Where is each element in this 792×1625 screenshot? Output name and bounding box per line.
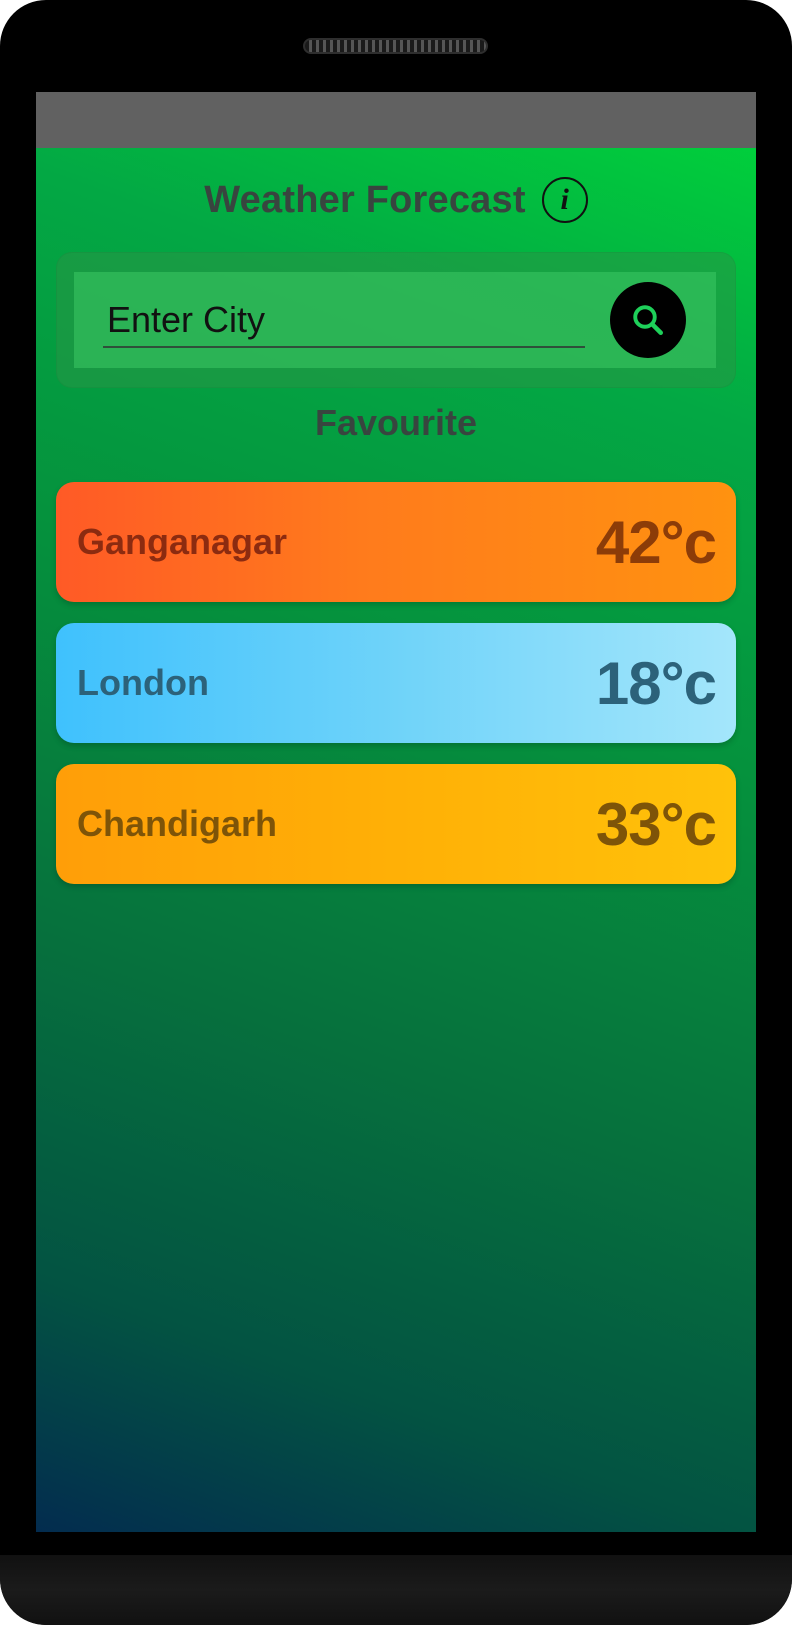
app-title: Weather Forecast [204, 178, 526, 221]
search-button[interactable] [610, 282, 686, 358]
favourite-temperature: 33°c [595, 790, 717, 858]
favourite-temperature: 18°c [595, 649, 717, 717]
search-bar [74, 272, 716, 368]
header: Weather Forecast i [36, 170, 756, 230]
favourite-city-name: London [77, 662, 209, 703]
status-bar [36, 92, 756, 148]
app-screen: Weather Forecast i Favourite Ganganagar … [36, 92, 756, 1532]
info-icon[interactable]: i [541, 177, 588, 223]
city-search-input[interactable] [103, 294, 585, 348]
phone-device-frame: Weather Forecast i Favourite Ganganagar … [0, 0, 792, 1625]
favourite-card-london[interactable]: London 18°c [56, 623, 736, 743]
favourite-temperature: 42°c [595, 508, 717, 576]
favourites-list: Ganganagar 42°c London 18°c Chandigarh 3… [56, 482, 736, 905]
favourite-city-name: Ganganagar [77, 521, 288, 562]
speaker-grille [303, 38, 488, 54]
search-icon [633, 305, 663, 335]
search-card [56, 252, 736, 388]
favourite-city-name: Chandigarh [77, 803, 278, 844]
favourite-card-ganganagar[interactable]: Ganganagar 42°c [56, 482, 736, 602]
bottom-bezel [0, 1555, 792, 1625]
favourite-card-chandigarh[interactable]: Chandigarh 33°c [56, 764, 736, 884]
favourites-heading: Favourite [314, 402, 478, 443]
